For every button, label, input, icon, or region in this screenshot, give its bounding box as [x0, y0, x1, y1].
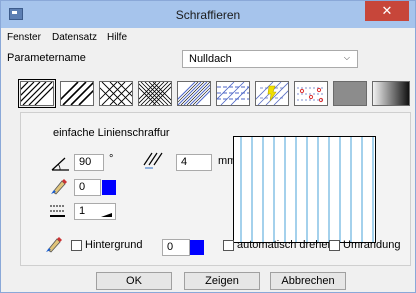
pattern-swatch-gradient-fill[interactable]	[372, 81, 410, 106]
menu-bar: Fenster Datensatz Hilfe	[1, 30, 415, 46]
pattern-swatch-yellow-symbol[interactable]	[255, 81, 289, 106]
auto-rotate-label: automatisch drehen	[237, 239, 334, 251]
window-title: Schraffieren	[175, 8, 241, 22]
diagonal-hatch-icon	[61, 82, 93, 105]
ok-button[interactable]: OK	[96, 272, 172, 290]
param-name-label: Parametername	[7, 52, 86, 64]
pattern-swatch-gray-fill[interactable]	[333, 81, 367, 106]
pen-color-icon	[50, 177, 68, 198]
border-checkbox[interactable]	[329, 240, 340, 251]
dot-pattern-icon	[297, 87, 325, 103]
dialog-window: Schraffieren ✕ Fenster Datensatz Hilfe P…	[0, 0, 416, 293]
background-color-icon	[45, 235, 63, 256]
spacing-value: 4	[181, 156, 188, 168]
show-button[interactable]: Zeigen	[184, 272, 260, 290]
background-checkbox[interactable]	[71, 240, 82, 251]
crosshatch-dense-icon	[139, 82, 171, 105]
angle-unit: °	[109, 153, 114, 165]
line-width-value: 1	[79, 205, 86, 217]
cancel-button[interactable]: Abbrechen	[270, 272, 346, 290]
diagonal-hatch-dense-icon	[21, 82, 53, 105]
angle-input[interactable]: 90	[74, 154, 104, 171]
spacing-input[interactable]: 4	[176, 154, 212, 171]
line-width-arrow-icon	[101, 213, 112, 217]
angle-icon	[51, 156, 71, 175]
background-color-input[interactable]: 0	[162, 239, 190, 256]
border-label: Umrandung	[343, 239, 401, 251]
pattern-swatch-diagonal-dense[interactable]	[18, 79, 56, 108]
close-button[interactable]: ✕	[365, 1, 409, 21]
pattern-swatch-blue-red-dots[interactable]	[294, 81, 328, 106]
menu-datensatz[interactable]: Datensatz	[52, 32, 97, 43]
angle-value: 90	[79, 156, 92, 168]
pattern-swatch-bar	[18, 79, 412, 110]
background-color-value: 0	[167, 241, 174, 253]
line-spacing-icon	[142, 151, 168, 172]
title-bar[interactable]: Schraffieren ✕	[1, 1, 415, 28]
pen-color-swatch[interactable]	[102, 180, 116, 195]
param-name-value: Nulldach	[189, 53, 232, 65]
pattern-swatch-crosshatch-diagonal[interactable]	[99, 81, 133, 106]
pattern-swatch-diagonal[interactable]	[60, 81, 94, 106]
menu-hilfe[interactable]: Hilfe	[107, 32, 127, 43]
line-width-icon	[49, 204, 67, 221]
preview-hatch-lines	[240, 137, 374, 242]
pattern-swatch-crosshatch-dense[interactable]	[138, 81, 172, 106]
pattern-swatch-blue-diagonal[interactable]	[177, 81, 211, 106]
blue-dashed-hatch-icon	[217, 82, 249, 105]
background-color-swatch[interactable]	[190, 240, 204, 255]
auto-rotate-checkbox[interactable]	[223, 240, 234, 251]
pen-color-value: 0	[79, 181, 86, 193]
hatch-type-caption: einfache Linienschraffur	[53, 127, 170, 139]
background-label: Hintergrund	[85, 239, 143, 251]
param-name-dropdown[interactable]: Nulldach ⌵	[182, 50, 358, 68]
crosshatch-icon	[100, 82, 132, 105]
yellow-symbol-hatch-icon	[256, 82, 288, 105]
hatch-preview	[233, 136, 376, 243]
menu-fenster[interactable]: Fenster	[7, 32, 41, 43]
line-width-dropdown[interactable]: 1	[74, 203, 116, 220]
pattern-swatch-blue-diagonal-dashed[interactable]	[216, 81, 250, 106]
blue-diagonal-hatch-icon	[178, 82, 210, 105]
pen-color-input[interactable]: 0	[74, 179, 101, 196]
chevron-down-icon: ⌵	[343, 53, 350, 62]
